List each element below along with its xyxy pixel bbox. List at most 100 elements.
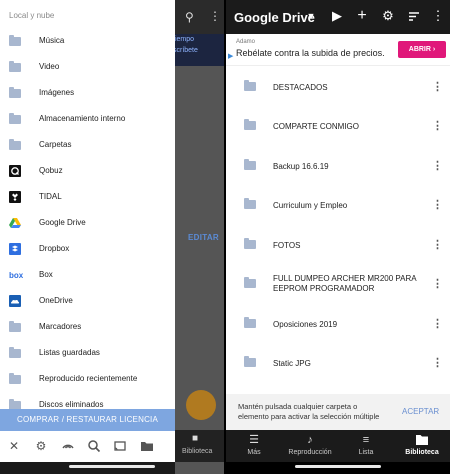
folder-icon	[244, 159, 256, 170]
folder-name: Static JPG	[273, 359, 311, 368]
folder-name: FULL DUMPEO ARCHER MR200 PARA EEPROM PRO…	[273, 274, 417, 293]
drawer-item-label: Dropbox	[39, 244, 70, 253]
more-icon[interactable]: ⋮	[432, 119, 443, 132]
drawer-item-marcadores[interactable]: Marcadores	[0, 314, 175, 340]
more-icon[interactable]: ⋮	[432, 277, 443, 290]
drawer-item-label: OneDrive	[39, 296, 73, 305]
buy-license-button[interactable]: COMPRAR / RESTAURAR LICENCIA	[0, 409, 175, 431]
drawer-item-musica[interactable]: Música	[0, 28, 175, 54]
tab-biblioteca[interactable]: Biblioteca	[394, 430, 450, 462]
list-item[interactable]: DESTACADOS ⋮	[226, 67, 450, 106]
top-app-bar: Google Drive ▼ ▶ + ⚙ ⋮	[226, 0, 450, 34]
drawer-item-label: Carpetas	[39, 140, 72, 149]
drawer-item-google-drive[interactable]: Google Drive	[0, 210, 175, 236]
banner-text-1: tiempo	[173, 36, 195, 43]
list-item[interactable]: FULL DUMPEO ARCHER MR200 PARA EEPROM PRO…	[226, 264, 450, 303]
more-icon[interactable]: ⋮	[432, 356, 443, 369]
search-icon[interactable]	[87, 439, 101, 453]
add-fab-button	[186, 390, 216, 420]
list-item[interactable]: Backup 16.6.19 ⋮	[226, 146, 450, 185]
folder-icon	[9, 320, 21, 333]
settings-icon[interactable]: ⚙	[34, 439, 48, 453]
drawer-item-label: Discos eliminados	[39, 400, 104, 409]
hint-snackbar: Mantén pulsada cualquier carpeta o eleme…	[226, 394, 450, 430]
drawer-item-label: Qobuz	[39, 166, 63, 175]
folder-icon	[9, 138, 21, 151]
folder-icon	[9, 60, 21, 73]
tab-mas[interactable]: ☰ Más	[226, 430, 282, 462]
drawer-item-dropbox[interactable]: Dropbox	[0, 236, 175, 262]
drawer-item-label: Almacenamiento interno	[39, 114, 126, 123]
more-icon[interactable]: ⋮	[432, 198, 443, 211]
folder-icon	[244, 356, 256, 367]
drawer-header: Local y nube	[9, 11, 55, 20]
search-icon: ⚲	[185, 10, 194, 24]
folder-icon	[9, 346, 21, 359]
drawer-item-listas-guardadas[interactable]: Listas guardadas	[0, 340, 175, 366]
drawer-item-label: Video	[39, 62, 60, 71]
drawer-item-onedrive[interactable]: OneDrive	[0, 288, 175, 314]
folder-name: DESTACADOS	[273, 83, 328, 92]
tab-reproduccion[interactable]: ♪ Reproducción	[282, 430, 338, 462]
drawer-item-almacenamiento[interactable]: Almacenamiento interno	[0, 106, 175, 132]
list-item[interactable]: COMPARTE CONMIGO ⋮	[226, 106, 450, 145]
folder-icon: ■	[192, 433, 199, 444]
drawer-item-tidal[interactable]: TIDAL	[0, 184, 175, 210]
google-drive-icon	[9, 217, 21, 229]
ad-text: Rebélate contra la subida de precios.	[236, 48, 385, 58]
more-icon: ⋮	[209, 9, 221, 23]
ad-open-button[interactable]: ABRIR ›	[398, 41, 446, 58]
sort-icon[interactable]	[407, 9, 421, 26]
list-item[interactable]: FOTOS ⋮	[226, 225, 450, 264]
ad-brand: Adamo	[236, 39, 256, 45]
folder-name: FOTOS	[273, 241, 301, 250]
snackbar-message: Mantén pulsada cualquier carpeta o eleme…	[238, 402, 380, 421]
background-ad-banner: tiempo scríbete	[173, 34, 224, 66]
cast-icon[interactable]	[113, 439, 127, 453]
drawer-item-label: Listas guardadas	[39, 348, 100, 357]
tidal-icon	[9, 191, 21, 203]
wireless-icon[interactable]	[61, 439, 75, 453]
gesture-bar	[69, 465, 155, 468]
drawer-item-box[interactable]: box Box	[0, 262, 175, 288]
page-title[interactable]: Google Drive	[234, 10, 315, 25]
more-icon[interactable]: ⋮	[431, 9, 445, 23]
drawer-item-video[interactable]: Video	[0, 54, 175, 80]
play-icon[interactable]: ▶	[330, 9, 344, 23]
folder-icon	[244, 80, 256, 91]
list-item[interactable]: Curriculum y Empleo ⋮	[226, 185, 450, 224]
more-icon[interactable]: ⋮	[432, 317, 443, 330]
folder-icon	[9, 34, 21, 47]
folder-icon	[9, 372, 21, 385]
more-icon[interactable]: ⋮	[432, 238, 443, 251]
folder-name: COMPARTE CONMIGO	[273, 122, 359, 131]
more-icon[interactable]: ⋮	[432, 159, 443, 172]
close-icon[interactable]: ✕	[7, 439, 21, 453]
folder-icon	[394, 434, 450, 448]
add-icon[interactable]: +	[355, 8, 369, 24]
folder-icon[interactable]	[140, 439, 154, 453]
list-item[interactable]: Oposiciones 2019 ⋮	[226, 304, 450, 343]
svg-text:box: box	[9, 271, 23, 279]
navigation-drawer: Local y nube Música Video Imágenes Almac…	[0, 0, 175, 462]
right-screen: Google Drive ▼ ▶ + ⚙ ⋮ ▶ Adamo Rebélate …	[226, 0, 450, 474]
ad-choices-icon[interactable]: ▶	[228, 52, 233, 60]
folder-icon	[244, 119, 256, 130]
banner-text-2: scríbete	[173, 47, 198, 54]
drawer-item-qobuz[interactable]: Qobuz	[0, 158, 175, 184]
gesture-bar	[295, 465, 381, 468]
background-topbar: ⚲ ⋮	[175, 0, 224, 34]
drawer-item-carpetas[interactable]: Carpetas	[0, 132, 175, 158]
edit-label: EDITAR	[188, 233, 219, 242]
background-bottom-nav: ■ Biblioteca	[175, 430, 224, 462]
settings-icon[interactable]: ⚙	[381, 9, 395, 23]
list-item[interactable]: Static JPG ⋮	[226, 343, 450, 382]
drawer-item-reproducido[interactable]: Reproducido recientemente	[0, 366, 175, 392]
drawer-item-imagenes[interactable]: Imágenes	[0, 80, 175, 106]
more-icon[interactable]: ⋮	[432, 80, 443, 93]
ad-banner[interactable]: ▶ Adamo Rebélate contra la subida de pre…	[226, 34, 450, 66]
tab-lista[interactable]: ≡ Lista	[338, 430, 394, 462]
accept-button[interactable]: ACEPTAR	[402, 407, 439, 416]
dropdown-icon[interactable]: ▼	[304, 9, 318, 23]
drawer-item-label: TIDAL	[39, 192, 62, 201]
